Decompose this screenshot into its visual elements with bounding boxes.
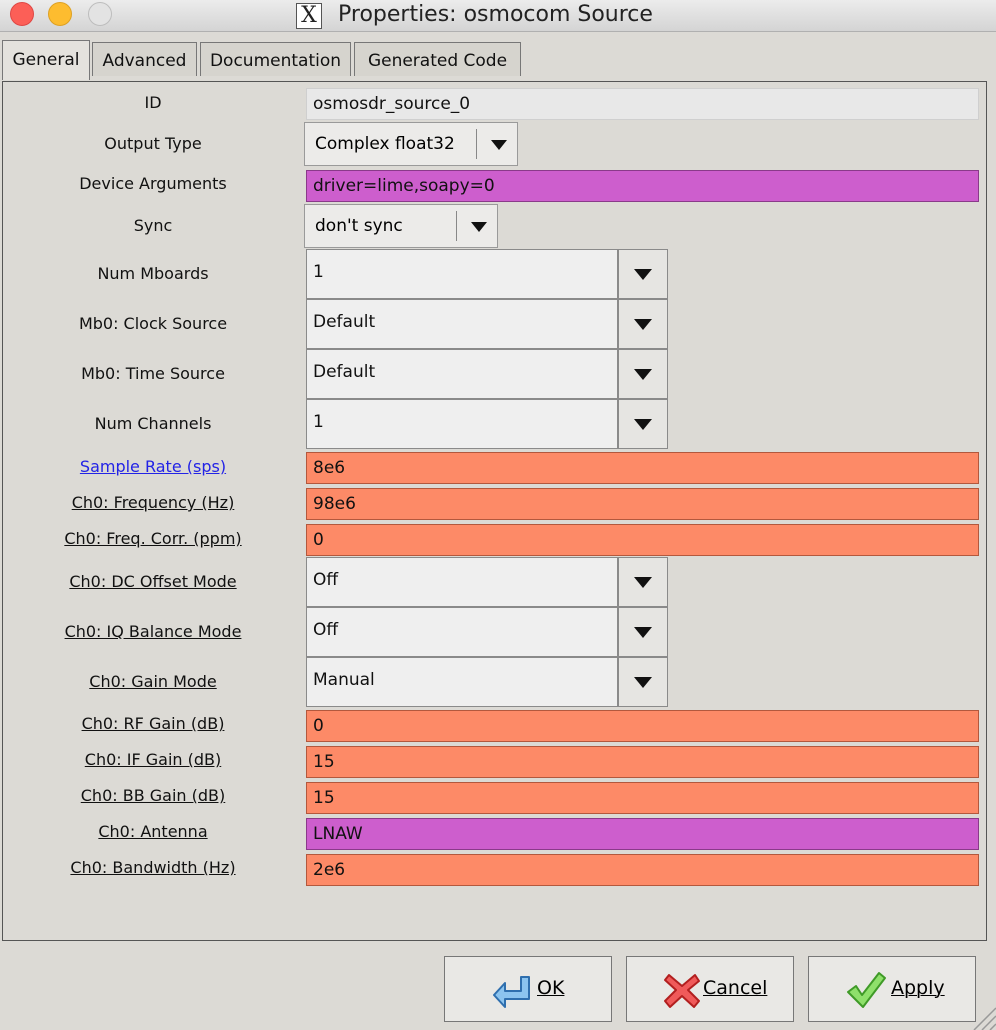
ch0-if-gain-field[interactable]: 15 bbox=[306, 746, 979, 778]
ch0-frequency-label: Ch0: Frequency (Hz) bbox=[71, 493, 235, 512]
ch0-iq-balance-dropdown[interactable]: Off bbox=[306, 607, 668, 657]
window-title: Properties: osmocom Source bbox=[338, 2, 653, 27]
num-mboards-label: Num Mboards bbox=[97, 264, 209, 283]
ch0-bb-gain-field[interactable]: 15 bbox=[306, 782, 979, 814]
ch0-gain-mode-value: Manual bbox=[306, 657, 618, 707]
device-args-field[interactable]: driver=lime,soapy=0 bbox=[306, 170, 979, 202]
mb0-clock-source-value: Default bbox=[306, 299, 618, 349]
combo-separator bbox=[456, 211, 457, 241]
ch0-rf-gain-field[interactable]: 0 bbox=[306, 710, 979, 742]
chevron-down-icon bbox=[491, 140, 507, 150]
sample-rate-label[interactable]: Sample Rate (sps) bbox=[0, 457, 306, 476]
dropdown-button[interactable] bbox=[618, 349, 668, 399]
minimize-window-icon[interactable] bbox=[48, 2, 72, 26]
ch0-gain-mode-label: Ch0: Gain Mode bbox=[89, 672, 217, 691]
ch0-dc-offset-dropdown[interactable]: Off bbox=[306, 557, 668, 607]
ch0-dc-offset-value: Off bbox=[306, 557, 618, 607]
chevron-down-icon bbox=[634, 627, 652, 638]
sync-label: Sync bbox=[133, 216, 173, 235]
maximize-window-icon[interactable] bbox=[88, 2, 112, 26]
output-type-value: Complex float32 bbox=[315, 134, 455, 154]
ch0-bb-gain-label: Ch0: BB Gain (dB) bbox=[80, 786, 226, 805]
apply-label: Apply bbox=[891, 977, 945, 999]
tab-documentation[interactable]: Documentation bbox=[200, 42, 351, 76]
chevron-down-icon bbox=[634, 369, 652, 380]
title-bar: X Properties: osmocom Source bbox=[0, 0, 996, 32]
ch0-gain-mode-dropdown[interactable]: Manual bbox=[306, 657, 668, 707]
ch0-antenna-label: Ch0: Antenna bbox=[98, 822, 208, 841]
ok-label: OK bbox=[537, 977, 565, 999]
ch0-iq-balance-value: Off bbox=[306, 607, 618, 657]
dropdown-button[interactable] bbox=[618, 657, 668, 707]
dropdown-button[interactable] bbox=[618, 557, 668, 607]
x11-icon: X bbox=[296, 3, 322, 29]
chevron-down-icon bbox=[634, 269, 652, 280]
dropdown-button[interactable] bbox=[618, 607, 668, 657]
sync-value: don't sync bbox=[315, 216, 403, 236]
ch0-dc-offset-label: Ch0: DC Offset Mode bbox=[69, 572, 237, 591]
num-mboards-value: 1 bbox=[306, 249, 618, 299]
ch0-freq-corr-field[interactable]: 0 bbox=[306, 524, 979, 556]
resize-grip-icon[interactable] bbox=[966, 1004, 996, 1030]
output-type-combo[interactable]: Complex float32 bbox=[304, 122, 518, 166]
mb0-clock-source-dropdown[interactable]: Default bbox=[306, 299, 668, 349]
combo-separator bbox=[476, 129, 477, 159]
id-label: ID bbox=[144, 93, 162, 112]
ch0-iq-balance-label: Ch0: IQ Balance Mode bbox=[64, 622, 242, 641]
output-type-label: Output Type bbox=[104, 134, 202, 153]
dropdown-button[interactable] bbox=[618, 249, 668, 299]
chevron-down-icon bbox=[634, 419, 652, 430]
device-args-label: Device Arguments bbox=[79, 174, 227, 193]
num-channels-value: 1 bbox=[306, 399, 618, 449]
ch0-freq-corr-label: Ch0: Freq. Corr. (ppm) bbox=[64, 529, 242, 548]
apply-check-icon bbox=[847, 972, 886, 1008]
chevron-down-icon bbox=[634, 319, 652, 330]
mb0-time-source-label: Mb0: Time Source bbox=[81, 364, 225, 383]
tab-advanced[interactable]: Advanced bbox=[92, 42, 197, 76]
mb0-time-source-dropdown[interactable]: Default bbox=[306, 349, 668, 399]
chevron-down-icon bbox=[471, 222, 487, 232]
tab-general[interactable]: General bbox=[2, 40, 90, 80]
apply-button[interactable]: Apply bbox=[808, 956, 976, 1022]
close-window-icon[interactable] bbox=[10, 2, 34, 26]
mb0-clock-source-label: Mb0: Clock Source bbox=[78, 314, 228, 333]
mb0-time-source-value: Default bbox=[306, 349, 618, 399]
chevron-down-icon bbox=[634, 577, 652, 588]
ch0-bandwidth-field[interactable]: 2e6 bbox=[306, 854, 979, 886]
ok-button[interactable]: OK bbox=[444, 956, 612, 1022]
sync-combo[interactable]: don't sync bbox=[304, 204, 498, 248]
id-field[interactable]: osmosdr_source_0 bbox=[306, 88, 979, 120]
cancel-button[interactable]: Cancel bbox=[626, 956, 794, 1022]
ok-arrow-icon bbox=[493, 976, 530, 1008]
ch0-rf-gain-label: Ch0: RF Gain (dB) bbox=[81, 714, 225, 733]
cancel-label: Cancel bbox=[703, 977, 768, 999]
num-channels-label: Num Channels bbox=[94, 414, 212, 433]
cancel-x-icon bbox=[664, 974, 700, 1008]
dropdown-button[interactable] bbox=[618, 399, 668, 449]
ch0-frequency-field[interactable]: 98e6 bbox=[306, 488, 979, 520]
ch0-if-gain-label: Ch0: IF Gain (dB) bbox=[84, 750, 222, 769]
num-channels-dropdown[interactable]: 1 bbox=[306, 399, 668, 449]
tab-generated-code[interactable]: Generated Code bbox=[354, 42, 521, 76]
num-mboards-dropdown[interactable]: 1 bbox=[306, 249, 668, 299]
sample-rate-field[interactable]: 8e6 bbox=[306, 452, 979, 484]
dropdown-button[interactable] bbox=[618, 299, 668, 349]
ch0-bandwidth-label: Ch0: Bandwidth (Hz) bbox=[70, 858, 236, 877]
ch0-antenna-field[interactable]: LNAW bbox=[306, 818, 979, 850]
chevron-down-icon bbox=[634, 677, 652, 688]
